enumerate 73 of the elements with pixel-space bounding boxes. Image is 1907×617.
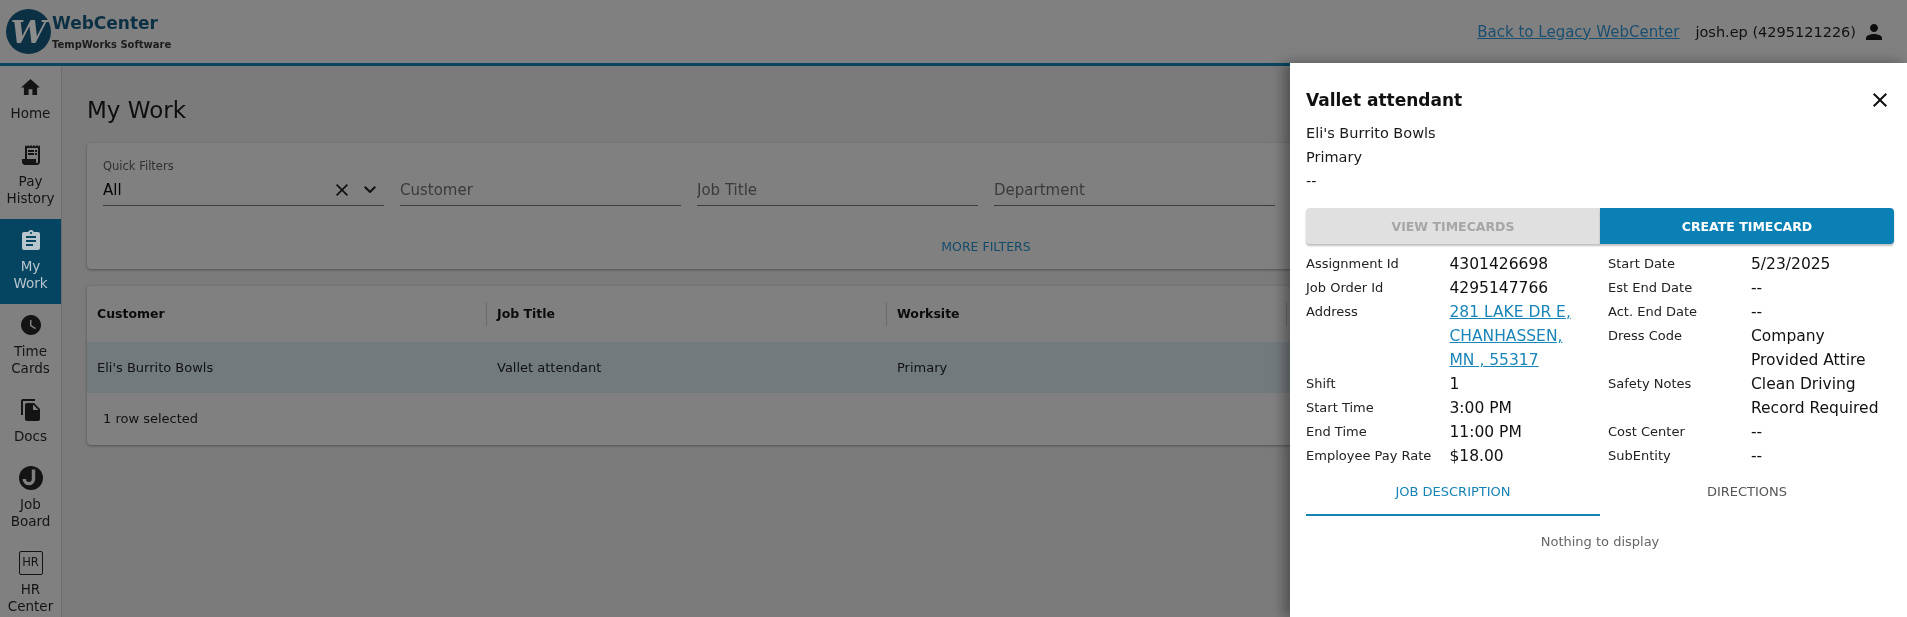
detail-label: Start Date xyxy=(1608,255,1676,273)
person-icon[interactable] xyxy=(1866,23,1882,40)
brand-tagline: TempWorks Software xyxy=(52,37,172,52)
drawer-subtitle: Eli's Burrito Bowls xyxy=(1306,124,1437,143)
detail-label: Address xyxy=(1306,303,1359,321)
column-header[interactable]: Job Title xyxy=(487,305,886,323)
brand-name: WebCenter xyxy=(52,11,159,34)
user-name: josh.ep (4295121226) xyxy=(1695,22,1856,42)
page-title: My Work xyxy=(87,96,187,124)
nav-item[interactable]: Job Board xyxy=(0,457,61,542)
column-header[interactable]: Customer xyxy=(87,305,486,323)
detail-value: 4295147766 xyxy=(1449,278,1550,299)
detail-value: $18.00 xyxy=(1449,446,1505,467)
detail-value: -- xyxy=(1751,302,1764,323)
empty-message: Nothing to display xyxy=(1539,533,1661,551)
detail-label: Dress Code xyxy=(1608,327,1684,345)
more-filters-button[interactable]: MORE FILTERS xyxy=(933,228,1039,264)
detail-value: -- xyxy=(1751,446,1764,467)
drawer-tab[interactable]: JOB DESCRIPTION xyxy=(1306,468,1600,516)
nav-item[interactable]: My Work xyxy=(0,219,61,304)
detail-value: 11:00 PM xyxy=(1449,422,1523,443)
detail-label: Assignment Id xyxy=(1306,255,1400,273)
detail-value: 4301426698 xyxy=(1449,254,1550,275)
detail-label: Shift xyxy=(1306,375,1337,393)
drawer-title: Vallet attendant xyxy=(1306,89,1463,112)
nav-item[interactable]: Time Cards xyxy=(0,304,61,389)
detail-label: SubEntity xyxy=(1608,447,1672,465)
detail-value: Company Provided Attire xyxy=(1751,326,1867,371)
detail-label: Safety Notes xyxy=(1608,375,1693,393)
receipt-icon xyxy=(21,145,40,165)
j-circle-icon xyxy=(18,466,43,490)
logo-mark: W xyxy=(6,9,51,54)
home-icon xyxy=(21,79,40,95)
detail-label: Employee Pay Rate xyxy=(1306,447,1433,465)
table-row[interactable]: Eli's Burrito Bowls Vallet attendant Primary xyxy=(87,342,1290,393)
detail-label: Act. End Date xyxy=(1608,303,1699,321)
detail-label: End Time xyxy=(1306,423,1368,441)
table-cell-text: Eli's Burrito Bowls xyxy=(96,358,215,377)
action-button[interactable]: CREATE TIMECARD xyxy=(1600,208,1894,244)
clock-icon xyxy=(20,315,41,335)
nav-item[interactable]: HR HR Center xyxy=(0,542,61,617)
field-label: Quick Filters xyxy=(103,158,175,174)
detail-value: 3:00 PM xyxy=(1449,398,1513,419)
table-cell-text: Vallet attendant xyxy=(496,358,603,377)
column-header[interactable]: Worksite xyxy=(887,305,1286,323)
detail-label: Cost Center xyxy=(1608,423,1686,441)
detail-label: Est End Date xyxy=(1608,279,1694,297)
table-cell-text: Primary xyxy=(896,358,949,377)
filter-field[interactable]: Job Title xyxy=(697,174,978,206)
quick-filter-select[interactable]: All xyxy=(103,174,384,206)
caret-icon xyxy=(364,185,376,194)
nav-item[interactable]: Home xyxy=(0,66,61,134)
nav-item[interactable]: Docs xyxy=(0,389,61,457)
drawer-subtitle: -- xyxy=(1306,172,1318,191)
detail-value: 5/23/2025 xyxy=(1751,254,1832,275)
drawer-tab[interactable]: DIRECTIONS xyxy=(1600,468,1894,516)
detail-value: -- xyxy=(1751,278,1764,299)
documents-icon xyxy=(21,399,40,421)
detail-label: Job Order Id xyxy=(1306,279,1385,297)
filter-field[interactable]: Department xyxy=(994,174,1275,206)
detail-value: Clean Driving Record Required xyxy=(1751,374,1880,419)
detail-label: Start Time xyxy=(1306,399,1375,417)
detail-link[interactable]: 281 LAKE DR E, CHANHASSEN, MN , 55317 xyxy=(1449,300,1585,372)
close-icon xyxy=(1873,93,1887,107)
clipboard-icon xyxy=(21,230,40,250)
filter-field[interactable]: Customer xyxy=(400,174,681,206)
clear-icon[interactable] xyxy=(336,183,348,196)
selection-count: 1 row selected xyxy=(103,410,199,428)
letter-badge: HR xyxy=(18,551,43,575)
nav-item[interactable]: Pay History xyxy=(0,134,61,219)
drawer-subtitle: Primary xyxy=(1306,148,1364,167)
detail-value: 1 xyxy=(1449,374,1461,395)
detail-value: -- xyxy=(1751,422,1764,443)
